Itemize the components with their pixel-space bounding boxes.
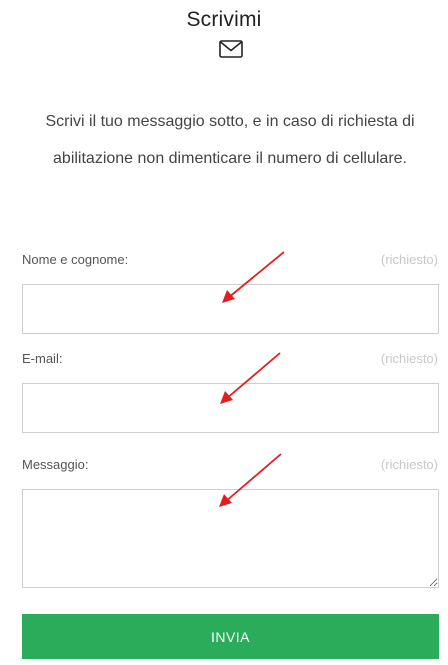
message-label: Messaggio: bbox=[22, 457, 89, 472]
intro-text: Scrivi il tuo messaggio sotto, e in caso… bbox=[45, 113, 415, 167]
name-required-hint: (richiesto) bbox=[380, 252, 438, 267]
email-required-hint: (richiesto) bbox=[380, 351, 438, 366]
envelope-icon bbox=[219, 40, 243, 58]
arrow-icon bbox=[220, 352, 281, 404]
submit-button[interactable]: INVIA bbox=[22, 614, 439, 659]
email-label: E-mail: bbox=[22, 351, 63, 366]
page-title: Scrivimi bbox=[186, 8, 262, 31]
name-label: Nome e cognome: bbox=[22, 252, 129, 267]
arrow-icon bbox=[222, 251, 285, 303]
message-required-hint: (richiesto) bbox=[380, 457, 438, 472]
arrow-icon bbox=[219, 453, 282, 507]
